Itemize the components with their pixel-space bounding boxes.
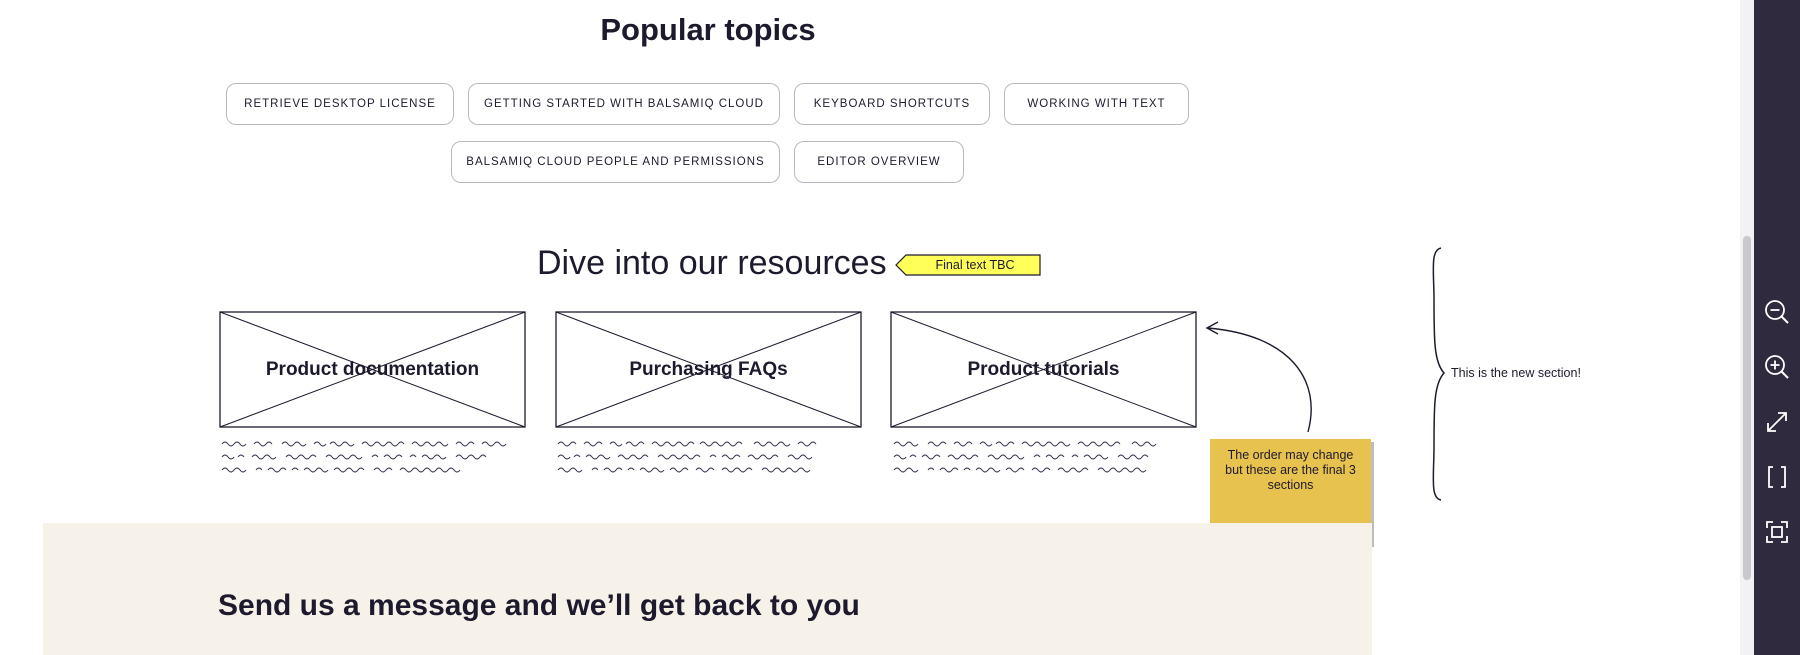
- zoom-out-button[interactable]: [1761, 296, 1793, 328]
- vertical-scrollbar[interactable]: [1740, 0, 1754, 655]
- zoom-in-button[interactable]: [1761, 351, 1793, 383]
- new-section-annotation: This is the new section!: [1451, 366, 1581, 380]
- curly-brace-icon: [1432, 247, 1446, 501]
- zoom-in-icon: [1765, 355, 1789, 379]
- brackets-icon: [1768, 466, 1786, 488]
- fit-to-screen-button[interactable]: [1761, 406, 1793, 438]
- presentation-frame-icon: [1766, 521, 1788, 543]
- brackets-button[interactable]: [1761, 461, 1793, 493]
- presentation-frame-button[interactable]: [1761, 516, 1793, 548]
- contact-heading: Send us a message and we’ll get back to …: [218, 589, 860, 622]
- fit-to-screen-icon: [1767, 412, 1787, 432]
- arrow-curve: [1207, 327, 1312, 433]
- zoom-out-icon: [1765, 300, 1789, 324]
- wireframe-canvas: Popular topics RETRIEVE DESKTOP LICENSE …: [0, 0, 1754, 655]
- right-toolbar: [1754, 0, 1800, 655]
- scrollbar-thumb[interactable]: [1743, 236, 1751, 580]
- contact-section: Send us a message and we’ll get back to …: [43, 523, 1372, 655]
